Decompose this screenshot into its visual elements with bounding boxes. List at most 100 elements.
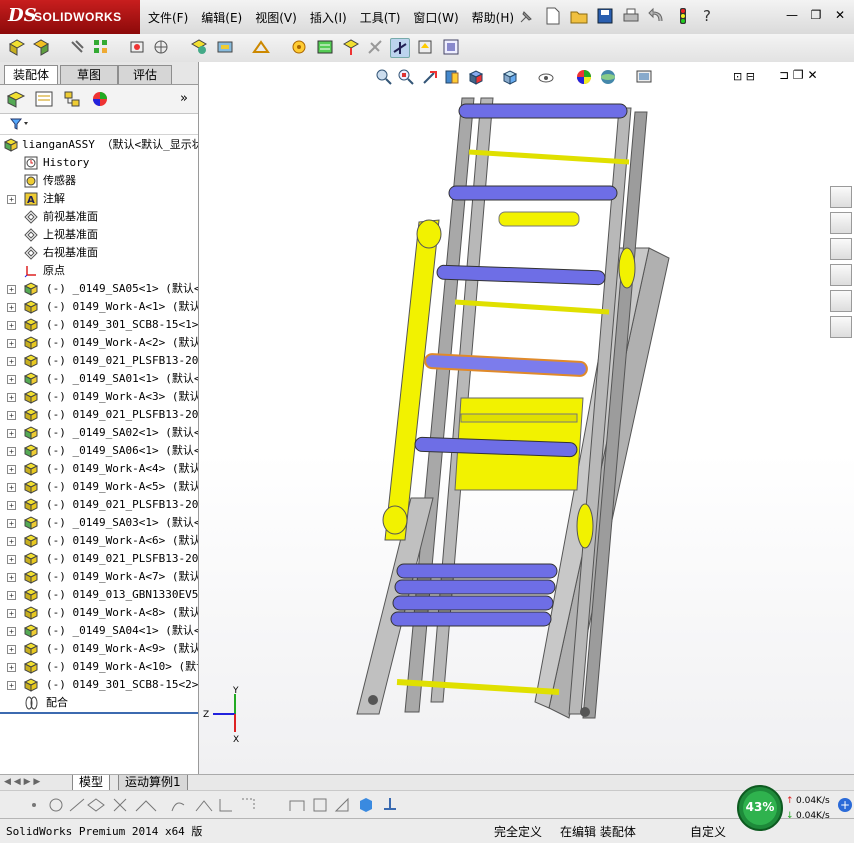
custom-properties-icon[interactable]: [830, 316, 852, 338]
tree-root[interactable]: lianganASSY （默认<默认_显示状: [0, 136, 198, 154]
expand-icon[interactable]: +: [7, 519, 16, 528]
save-icon[interactable]: [595, 6, 615, 26]
expand-icon[interactable]: +: [7, 465, 16, 474]
tree-item[interactable]: 配合: [0, 694, 198, 712]
expand-icon[interactable]: +: [7, 411, 16, 420]
tree-item[interactable]: + (-) _0149_SA03<1> (默认<默: [0, 514, 198, 532]
expand-icon[interactable]: +: [7, 339, 16, 348]
expand-icon[interactable]: +: [7, 501, 16, 510]
tree-item[interactable]: + (-) 0149_021_PLSFB13-206<: [0, 550, 198, 568]
smart-fasteners-icon[interactable]: [128, 38, 146, 56]
status-units[interactable]: 自定义: [690, 823, 726, 840]
reference-geometry-icon[interactable]: [252, 38, 270, 56]
tree-item[interactable]: History: [0, 154, 198, 172]
new-motion-study-icon[interactable]: [290, 38, 308, 56]
show-hidden-icon[interactable]: [190, 38, 208, 56]
add-widget-icon[interactable]: +: [838, 798, 852, 812]
menu-tools[interactable]: 工具(T): [360, 9, 401, 26]
insert-component-icon[interactable]: [8, 38, 26, 56]
tree-item[interactable]: + (-) 0149_Work-A<7> (默认<: [0, 568, 198, 586]
tree-item[interactable]: + (-) 0149_Work-A<2> (默认<: [0, 334, 198, 352]
feature-manager-icon[interactable]: [6, 90, 26, 108]
tree-item[interactable]: + (-) 0149_Work-A<5> (默认<: [0, 478, 198, 496]
tree-item[interactable]: + (-) 0149_Work-A<9> (默认<: [0, 640, 198, 658]
configuration-manager-icon[interactable]: [62, 90, 82, 108]
tree-item[interactable]: + (-) 0149_Work-A<1> (默认<: [0, 298, 198, 316]
expand-panel-icon[interactable]: »: [180, 91, 188, 106]
tree-item[interactable]: + (-) 0149_Work-A<10> (默认<: [0, 658, 198, 676]
tree-item[interactable]: + A 注解: [0, 190, 198, 208]
solidworks-logo[interactable]: DS SOLIDWORKS: [0, 0, 140, 34]
tree-item[interactable]: + (-) 0149_021_PLSFB13-206<: [0, 496, 198, 514]
assembly-features-icon[interactable]: [216, 38, 234, 56]
tab-scroll-arrows-icon[interactable]: ◀ ◀ ▶ ▶: [4, 777, 40, 787]
expand-icon[interactable]: +: [7, 681, 16, 690]
mate-icon[interactable]: [68, 38, 86, 56]
rebuild-icon[interactable]: [673, 6, 693, 26]
tab-sketch[interactable]: 草图: [60, 65, 118, 84]
tree-item[interactable]: + (-) 0149_301_SCB8-15<1> (: [0, 316, 198, 334]
pin-icon[interactable]: [518, 9, 534, 25]
tree-item[interactable]: + (-) 0149_Work-A<3> (默认<: [0, 388, 198, 406]
update-speedpak-icon[interactable]: [416, 38, 434, 56]
filter-icon[interactable]: [10, 118, 30, 130]
bill-of-materials-icon[interactable]: [316, 38, 334, 56]
expand-icon[interactable]: +: [7, 591, 16, 600]
take-snapshot-icon[interactable]: [442, 38, 460, 56]
tree-item[interactable]: + (-) 0149_021_PLSFB13-206<: [0, 352, 198, 370]
tab-assembly[interactable]: 装配体: [4, 65, 58, 84]
expand-icon[interactable]: +: [7, 321, 16, 330]
model-rendering[interactable]: [199, 62, 854, 774]
tree-item[interactable]: + (-) _0149_SA05<1> (默认<默: [0, 280, 198, 298]
restore-icon[interactable]: ❐: [808, 8, 824, 22]
expand-icon[interactable]: +: [7, 609, 16, 618]
new-part-icon[interactable]: [32, 38, 50, 56]
tree-item[interactable]: + (-) 0149_Work-A<4> (默认<: [0, 460, 198, 478]
expand-icon[interactable]: +: [7, 555, 16, 564]
tree-item[interactable]: 原点: [0, 262, 198, 280]
tab-motion-study[interactable]: 运动算例1: [118, 775, 188, 791]
expand-icon[interactable]: +: [7, 285, 16, 294]
tree-item[interactable]: + (-) _0149_SA04<1> (默认<默: [0, 622, 198, 640]
menu-file[interactable]: 文件(F): [148, 9, 188, 26]
tree-item[interactable]: + (-) 0149_Work-A<6> (默认<: [0, 532, 198, 550]
expand-icon[interactable]: +: [7, 375, 16, 384]
print-icon[interactable]: [621, 6, 641, 26]
close-icon[interactable]: ✕: [832, 8, 848, 22]
expand-icon[interactable]: +: [7, 357, 16, 366]
tree-item[interactable]: + (-) _0149_SA01<1> (默认<默: [0, 370, 198, 388]
menu-edit[interactable]: 编辑(E): [201, 9, 242, 26]
graphics-viewport[interactable]: ⊡ ⊟ ⊐ ❐ ✕ Y Z X: [199, 62, 854, 774]
expand-icon[interactable]: +: [7, 483, 16, 492]
expand-icon[interactable]: +: [7, 645, 16, 654]
menu-insert[interactable]: 插入(I): [310, 9, 347, 26]
help-icon[interactable]: ?: [699, 6, 719, 26]
design-library-icon[interactable]: [830, 212, 852, 234]
tree-item[interactable]: + (-) 0149_301_SCB8-15<2> (: [0, 676, 198, 694]
expand-icon[interactable]: +: [7, 573, 16, 582]
menu-help[interactable]: 帮助(H): [472, 9, 514, 26]
minimize-icon[interactable]: —: [784, 8, 800, 22]
tree-item[interactable]: + (-) 0149_Work-A<8> (默认<: [0, 604, 198, 622]
move-component-icon[interactable]: [152, 38, 170, 56]
expand-icon[interactable]: +: [7, 627, 16, 636]
sketch-tools[interactable]: [6, 795, 406, 815]
linear-pattern-icon[interactable]: [92, 38, 110, 56]
tree-item[interactable]: + (-) 0149_021_PLSFB13-206<: [0, 406, 198, 424]
tree-item[interactable]: + (-) 0149_013_GBN1330EV5GT-: [0, 586, 198, 604]
tab-evaluate[interactable]: 评估: [118, 65, 172, 84]
tree-item[interactable]: 右视基准面: [0, 244, 198, 262]
exploded-view-icon[interactable]: [342, 38, 360, 56]
view-palette-icon[interactable]: [830, 264, 852, 286]
undo-icon[interactable]: [647, 6, 667, 26]
menu-window[interactable]: 窗口(W): [413, 9, 458, 26]
new-document-icon[interactable]: [543, 6, 563, 26]
expand-icon[interactable]: +: [7, 195, 16, 204]
instant3d-icon[interactable]: [390, 38, 410, 58]
menu-view[interactable]: 视图(V): [255, 9, 297, 26]
expand-icon[interactable]: +: [7, 663, 16, 672]
expand-icon[interactable]: +: [7, 429, 16, 438]
tree-item[interactable]: + (-) _0149_SA06<1> (默认<默: [0, 442, 198, 460]
open-folder-icon[interactable]: [569, 6, 589, 26]
tab-model[interactable]: 模型: [72, 775, 111, 791]
